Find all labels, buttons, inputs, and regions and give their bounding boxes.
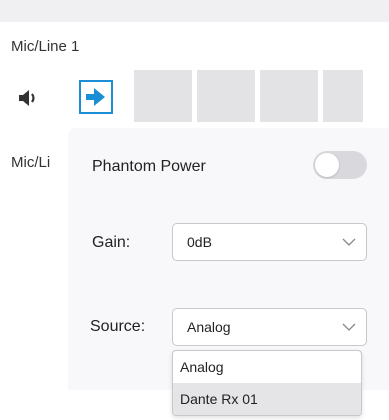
source-option-analog[interactable]: Analog [173, 351, 361, 383]
toggle-knob [315, 153, 339, 177]
channel-tile[interactable] [260, 70, 318, 122]
chevron-down-icon [342, 323, 356, 331]
source-dropdown: Analog Dante Rx 01 [172, 350, 362, 416]
source-option-dante-rx-01[interactable]: Dante Rx 01 [173, 383, 361, 415]
channel-1-label: Mic/Line 1 [11, 38, 80, 55]
source-select[interactable]: Analog [172, 308, 367, 346]
channel-tile[interactable] [134, 70, 192, 122]
speaker-icon[interactable] [18, 88, 40, 108]
channel-2-label: Mic/Li [11, 154, 51, 171]
gain-select[interactable]: 0dB [172, 223, 367, 261]
gain-value: 0dB [187, 234, 212, 250]
gain-label: Gain: [92, 234, 131, 251]
chevron-down-icon [342, 238, 356, 246]
phantom-power-toggle[interactable] [313, 151, 367, 179]
channel-tile[interactable] [197, 70, 255, 122]
channel-tiles [134, 70, 363, 122]
channel-tile[interactable] [323, 70, 363, 122]
source-value: Analog [187, 319, 231, 335]
source-label: Source: [90, 318, 146, 335]
phantom-power-label: Phantom Power [92, 158, 206, 175]
top-band [0, 0, 389, 22]
route-input-icon[interactable] [79, 80, 113, 114]
redaction-mark [0, 195, 66, 420]
